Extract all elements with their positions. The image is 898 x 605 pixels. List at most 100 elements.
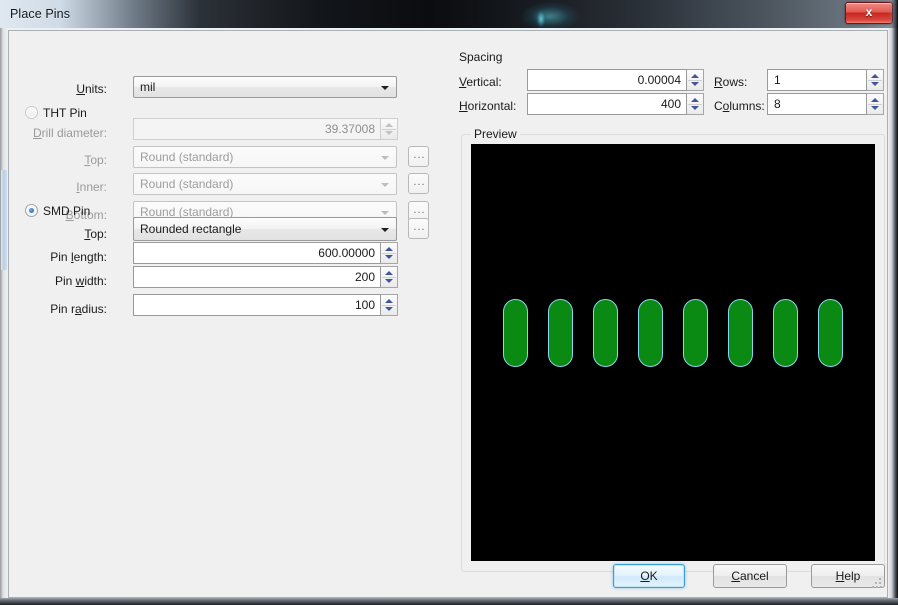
pin-radius-label: Pin radius: — [50, 302, 107, 316]
spinner-down-icon — [691, 106, 699, 110]
spinner-divider — [382, 129, 396, 130]
spinner-divider — [382, 305, 396, 306]
cancel-button-label: Cancel — [731, 569, 769, 583]
tht-inner-label: Inner: — [76, 180, 107, 194]
spacing-group-label: Spacing — [456, 50, 506, 64]
close-button[interactable]: x — [845, 2, 893, 24]
help-button-label: Help — [835, 569, 861, 583]
tht-top-browse-button[interactable]: ... — [408, 146, 429, 167]
spinner-divider — [382, 253, 396, 254]
spinner-down-icon — [385, 131, 393, 135]
window-right-edge — [888, 0, 898, 605]
spinner-divider — [868, 104, 882, 105]
horizontal-label: Horizontal: — [459, 99, 517, 113]
ok-button[interactable]: OK — [613, 564, 685, 588]
rows-field[interactable]: 1 — [767, 69, 867, 91]
smd-top-label: Top: — [84, 227, 107, 241]
vertical-spacing-spinner[interactable] — [687, 69, 704, 91]
tht-inner-combobox[interactable]: Round (standard) — [133, 173, 397, 195]
horizontal-spacing-spinner[interactable] — [687, 93, 704, 115]
horizontal-spacing-value: 400 — [660, 97, 681, 111]
ellipsis-icon: ... — [413, 204, 426, 216]
tht-pin-radio-label: THT Pin — [43, 106, 87, 120]
pin-radius-spinner[interactable] — [381, 294, 398, 316]
window-left-edge — [0, 28, 8, 598]
spinner-up-icon — [385, 299, 393, 303]
resize-grip[interactable] — [872, 578, 882, 588]
place-pins-dialog: Place Pins x Units: mil THT Pin Drill di… — [0, 0, 898, 605]
title-glow-core-decoration — [536, 10, 546, 28]
pin-width-label: Pin width: — [54, 274, 107, 288]
spinner-down-icon — [871, 82, 879, 86]
spinner-divider — [868, 80, 882, 81]
spinner-down-icon — [385, 255, 393, 259]
ok-button-label: OK — [640, 569, 658, 583]
pin-length-label: Pin length: — [50, 250, 107, 264]
tht-top-value: Round (standard) — [140, 150, 234, 164]
ellipsis-icon: ... — [413, 221, 426, 233]
rows-value: 1 — [774, 73, 781, 87]
pin-width-value: 200 — [354, 270, 375, 284]
pin-length-value: 600.00000 — [318, 246, 375, 260]
vertical-spacing-value: 0.00004 — [637, 73, 681, 87]
tht-inner-browse-button[interactable]: ... — [408, 173, 429, 194]
preview-pin — [503, 299, 528, 367]
pin-radius-field[interactable]: 100 — [133, 294, 381, 316]
spinner-up-icon — [871, 74, 879, 78]
preview-group-label: Preview — [471, 127, 520, 141]
ellipsis-icon: ... — [413, 149, 426, 161]
rows-label: Rows: — [714, 75, 748, 89]
vertical-spacing-field[interactable]: 0.00004 — [527, 69, 687, 91]
tht-top-combobox[interactable]: Round (standard) — [133, 146, 397, 168]
pin-width-field[interactable]: 200 — [133, 266, 381, 288]
spinner-up-icon — [871, 98, 879, 102]
preview-canvas[interactable] — [471, 144, 875, 561]
smd-pin-radio[interactable] — [25, 204, 38, 217]
chevron-down-icon — [381, 211, 389, 215]
spinner-down-icon — [871, 106, 879, 110]
smd-top-combobox[interactable]: Rounded rectangle — [133, 217, 397, 241]
pin-length-field[interactable]: 600.00000 — [133, 242, 381, 264]
units-label: Units: — [76, 82, 107, 96]
drill-diameter-label: Drill diameter: — [32, 126, 107, 140]
title-bar[interactable]: Place Pins x — [0, 0, 898, 28]
smd-top-value: Rounded rectangle — [140, 222, 242, 236]
drill-diameter-field[interactable]: 39.37008 — [133, 118, 381, 140]
columns-field[interactable]: 8 — [767, 93, 867, 115]
spinner-divider — [688, 104, 702, 105]
spinner-up-icon — [385, 123, 393, 127]
ellipsis-icon: ... — [413, 176, 426, 188]
preview-pin — [728, 299, 753, 367]
drill-diameter-spinner[interactable] — [381, 118, 398, 140]
rows-spinner[interactable] — [867, 69, 884, 91]
preview-pin — [638, 299, 663, 367]
window-title: Place Pins — [10, 7, 71, 21]
spinner-down-icon — [691, 82, 699, 86]
preview-pin — [683, 299, 708, 367]
smd-top-browse-button[interactable]: ... — [408, 218, 429, 239]
vertical-label: Vertical: — [459, 75, 502, 89]
horizontal-spacing-field[interactable]: 400 — [527, 93, 687, 115]
units-combobox[interactable]: mil — [133, 76, 397, 98]
columns-label: Columns: — [714, 99, 765, 113]
tht-pin-radio[interactable] — [25, 106, 38, 119]
spinner-down-icon — [385, 279, 393, 283]
columns-spinner[interactable] — [867, 93, 884, 115]
chevron-down-icon — [381, 156, 389, 160]
tht-inner-value: Round (standard) — [140, 177, 234, 191]
spinner-up-icon — [691, 98, 699, 102]
title-glow-decoration — [520, 2, 580, 28]
spinner-divider — [688, 80, 702, 81]
preview-pin — [593, 299, 618, 367]
preview-pin — [773, 299, 798, 367]
columns-value: 8 — [774, 97, 781, 111]
cancel-button[interactable]: Cancel — [713, 564, 787, 588]
pin-length-spinner[interactable] — [381, 242, 398, 264]
chevron-down-icon — [381, 228, 389, 232]
spinner-divider — [382, 277, 396, 278]
spinner-up-icon — [385, 247, 393, 251]
spinner-up-icon — [385, 271, 393, 275]
dialog-client-area: Units: mil THT Pin Drill diameter: 39.37… — [8, 30, 888, 598]
pin-width-spinner[interactable] — [381, 266, 398, 288]
chevron-down-icon — [381, 183, 389, 187]
